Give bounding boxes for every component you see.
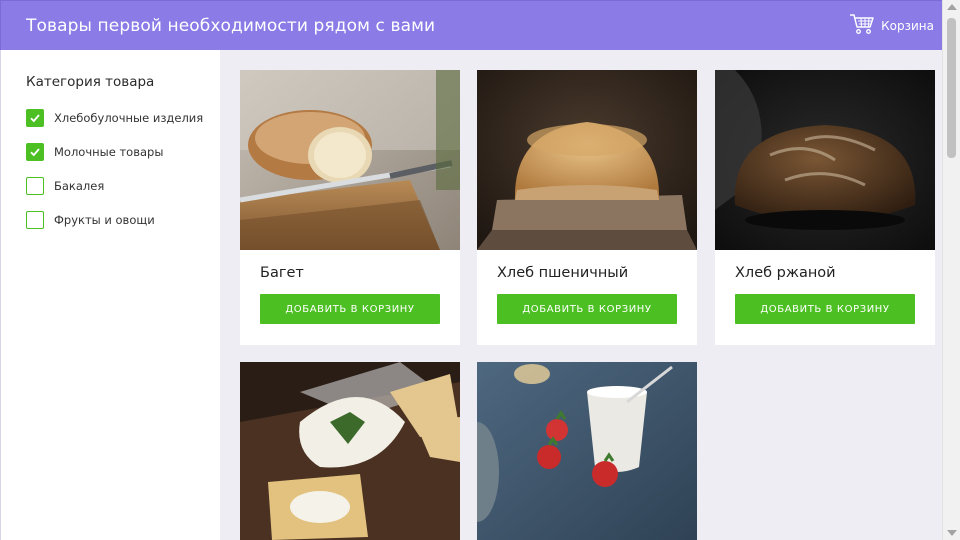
filter-grocery[interactable]: Бакалея [26,177,220,195]
add-to-cart-button[interactable]: ДОБАВИТЬ В КОРЗИНУ [260,294,440,324]
checkbox-checked-icon[interactable] [26,143,44,161]
product-image[interactable] [477,362,697,540]
add-to-cart-button[interactable]: ДОБАВИТЬ В КОРЗИНУ [497,294,677,324]
top-bar: Товары первой необходимости рядом с вами… [0,0,942,50]
product-grid: Багет ДОБАВИТЬ В КОРЗИНУ Хлеб пшеничный … [220,50,942,540]
filter-bakery[interactable]: Хлебобулочные изделия [26,109,220,127]
checkbox-empty-icon[interactable] [26,177,44,195]
product-image[interactable] [477,70,697,250]
filter-fruits-vegetables[interactable]: Фрукты и овощи [26,211,220,229]
product-card: Хлеб ржаной ДОБАВИТЬ В КОРЗИНУ [715,70,935,345]
page-title: Товары первой необходимости рядом с вами [26,15,436,36]
filter-dairy[interactable]: Молочные товары [26,143,220,161]
product-card: Хлеб пшеничный ДОБАВИТЬ В КОРЗИНУ [477,70,697,345]
filter-label: Фрукты и овощи [54,213,155,227]
product-image[interactable] [240,362,460,540]
filter-label: Бакалея [54,179,105,193]
scroll-down-arrow-icon[interactable] [947,530,957,536]
product-card [477,362,697,540]
product-card [240,362,460,540]
checkbox-checked-icon[interactable] [26,109,44,127]
shopping-cart-icon [849,13,875,38]
cart-button[interactable]: Корзина [849,13,934,38]
product-name: Хлеб пшеничный [497,265,629,281]
category-sidebar: Категория товара Хлебобулочные изделия М… [0,50,220,540]
sidebar-title: Категория товара [26,74,155,90]
scrollbar-thumb[interactable] [947,18,956,158]
filter-label: Молочные товары [54,145,164,159]
vertical-scrollbar[interactable] [942,0,960,540]
product-image[interactable] [240,70,460,250]
scroll-up-arrow-icon[interactable] [947,4,957,10]
add-to-cart-button[interactable]: ДОБАВИТЬ В КОРЗИНУ [735,294,915,324]
cart-label: Корзина [881,18,934,33]
filter-label: Хлебобулочные изделия [54,111,204,125]
product-name: Хлеб ржаной [735,265,836,281]
product-card: Багет ДОБАВИТЬ В КОРЗИНУ [240,70,460,345]
product-image[interactable] [715,70,935,250]
checkbox-empty-icon[interactable] [26,211,44,229]
product-name: Багет [260,265,304,281]
